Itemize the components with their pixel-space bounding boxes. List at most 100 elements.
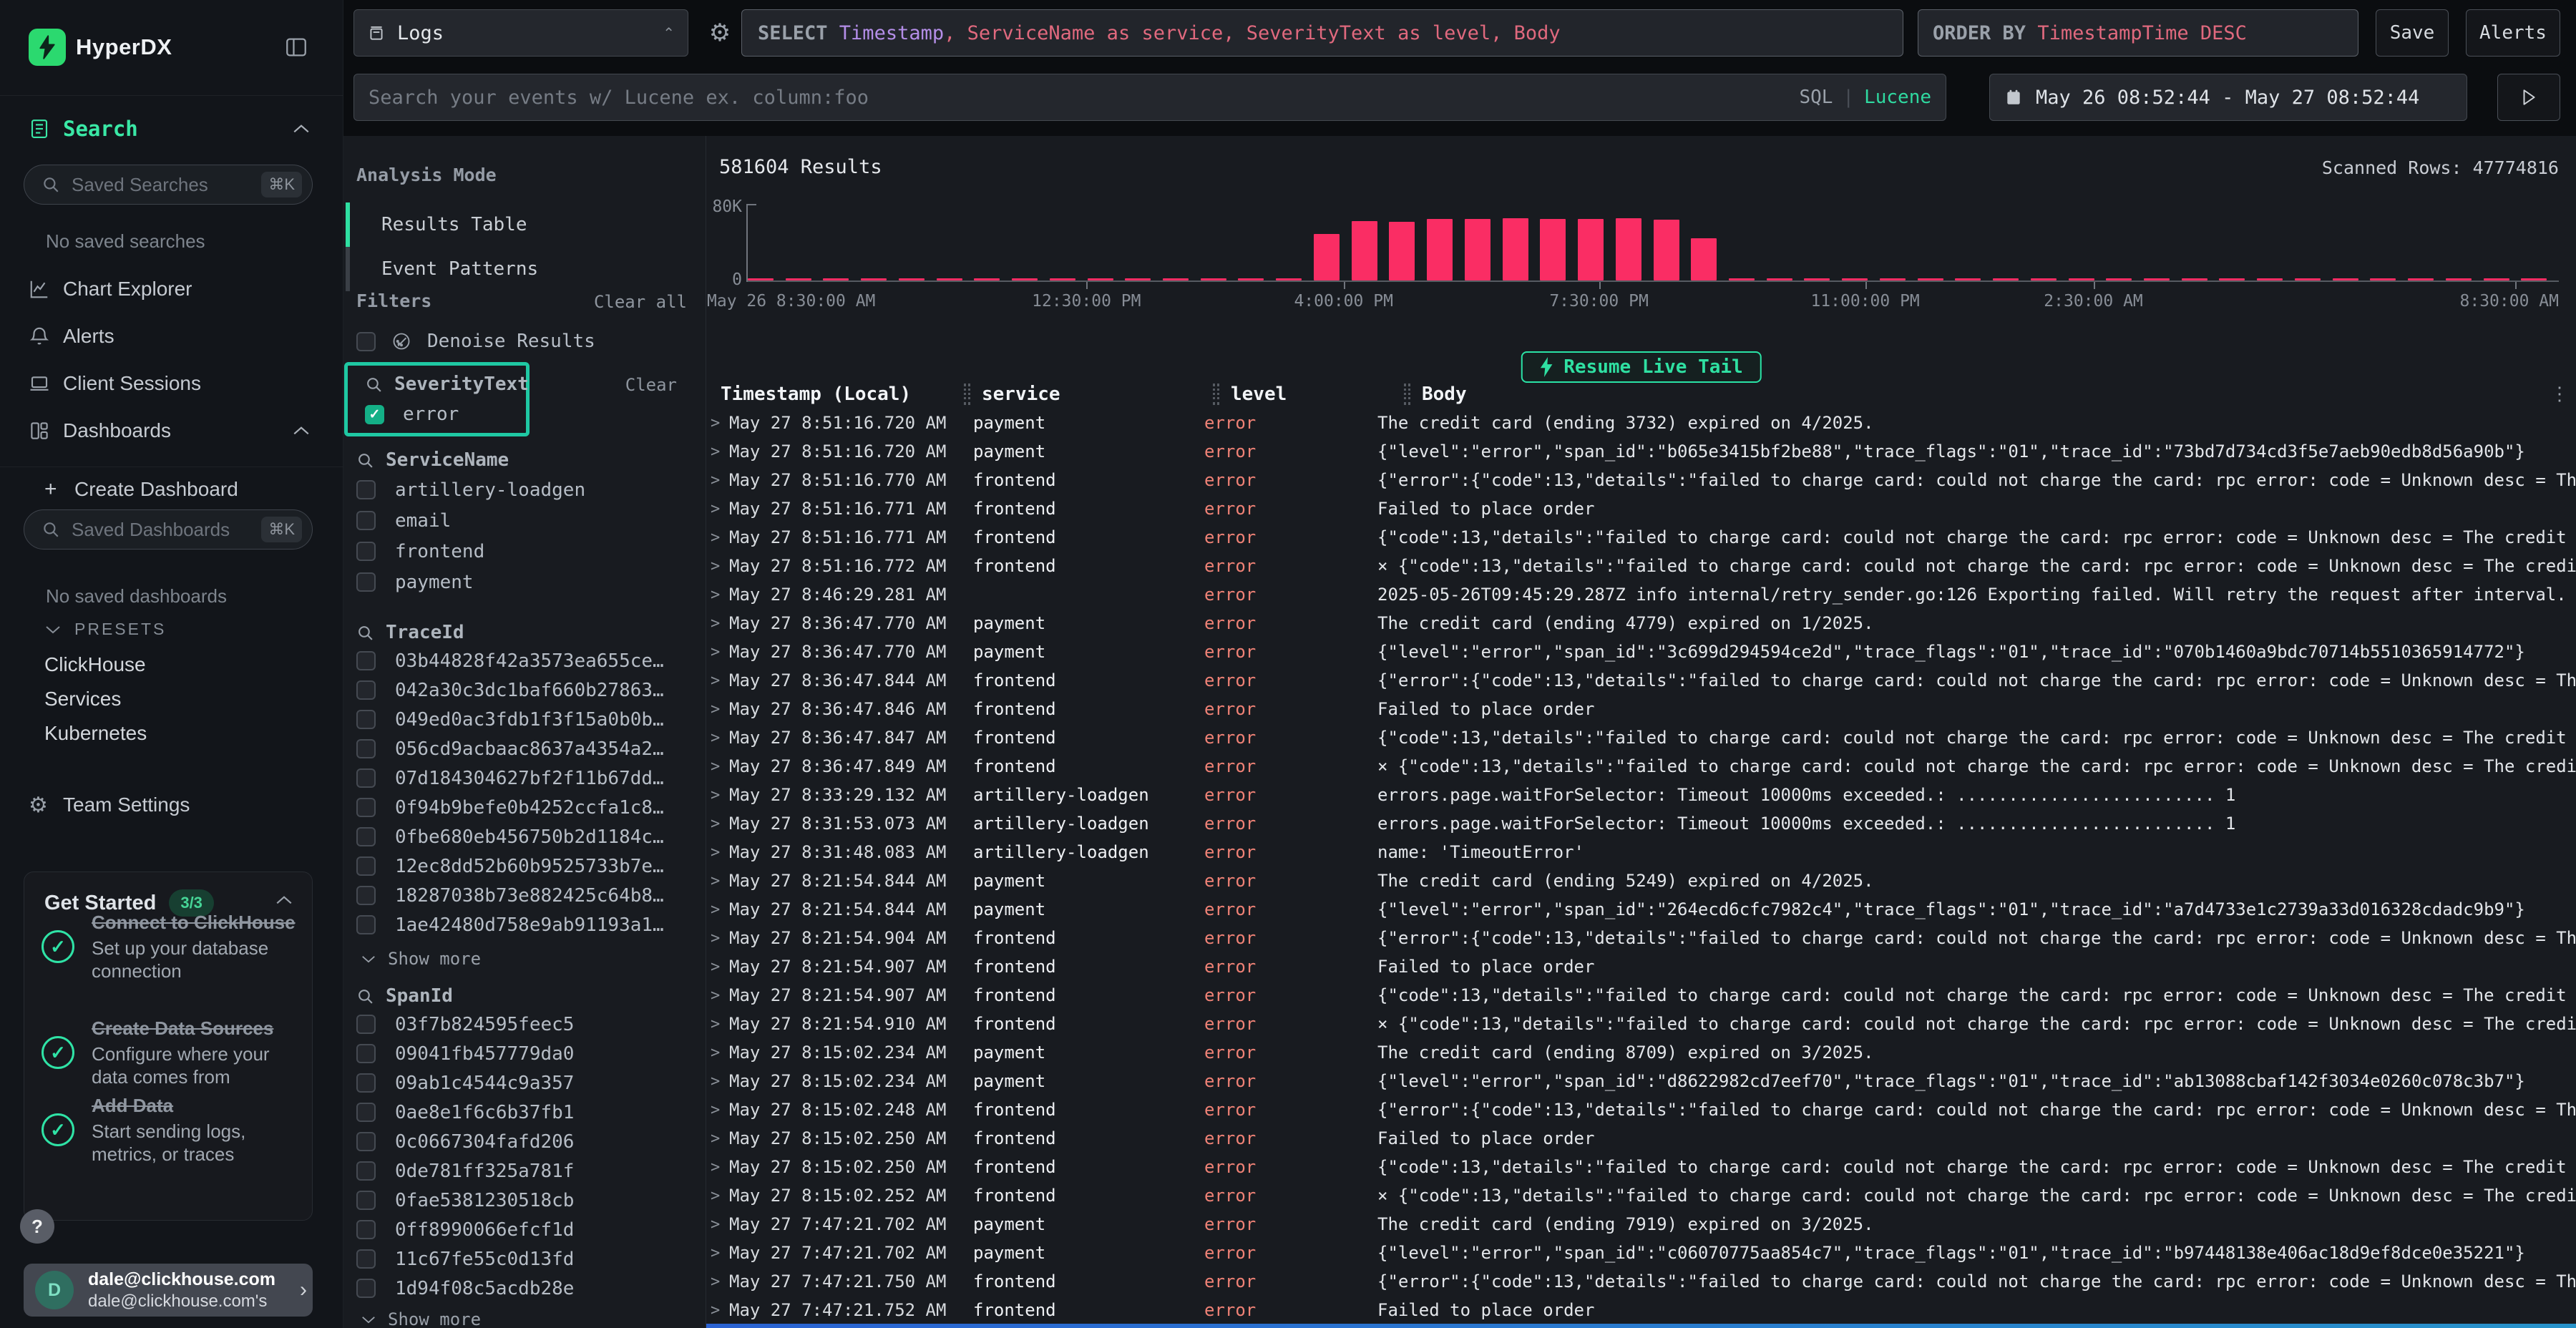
user-menu[interactable]: D dale@clickhouse.com dale@clickhouse.co… (24, 1264, 313, 1317)
filter-option[interactable]: 0ff8990066efcf1d (343, 1215, 701, 1244)
table-row[interactable]: > May 27 8:15:02.250 AM frontend error {… (706, 1153, 2576, 1181)
table-row[interactable]: > May 27 8:51:16.770 AM frontend error {… (706, 466, 2576, 494)
denoise-toggle[interactable]: Denoise Results (356, 331, 595, 352)
checkbox[interactable] (356, 1015, 376, 1034)
checkbox[interactable] (356, 1279, 376, 1298)
checkbox[interactable] (356, 1220, 376, 1239)
checkbox[interactable] (356, 768, 376, 788)
alerts-button[interactable]: Alerts (2466, 9, 2560, 57)
trace-show-more[interactable]: Show more (361, 949, 481, 969)
preset-item[interactable]: Kubernetes (0, 716, 343, 751)
checkbox[interactable] (356, 651, 376, 670)
filter-option[interactable]: 0ae8e1f6c6b37fb1 (343, 1098, 701, 1127)
checkbox[interactable] (356, 1073, 376, 1093)
checkbox[interactable] (356, 511, 376, 530)
filter-option[interactable]: 056cd9acbaac8637a4354a2… (343, 734, 701, 763)
table-row[interactable]: > May 27 8:15:02.248 AM frontend error {… (706, 1095, 2576, 1124)
sidebar-item-chart-explorer[interactable]: Chart Explorer (0, 273, 343, 305)
lucene-search-input[interactable]: Search your events w/ Lucene ex. column:… (353, 74, 1946, 121)
filter-option[interactable]: email (343, 505, 701, 536)
checkbox[interactable] (356, 739, 376, 758)
checkbox[interactable] (356, 1132, 376, 1151)
filter-option[interactable]: artillery-loadgen (343, 474, 701, 505)
table-row[interactable]: > May 27 8:33:29.132 AM artillery-loadge… (706, 781, 2576, 809)
table-row[interactable]: > May 27 8:21:54.910 AM frontend error ×… (706, 1010, 2576, 1038)
filter-option[interactable]: 1d94f08c5acdb28e (343, 1274, 701, 1303)
filter-option[interactable]: frontend (343, 536, 701, 567)
table-row[interactable]: > May 27 8:36:47.770 AM payment error {"… (706, 638, 2576, 666)
checkbox[interactable] (356, 886, 376, 905)
filter-option[interactable]: 03f7b824595feec5 (343, 1010, 701, 1039)
table-row[interactable]: > May 27 7:47:21.750 AM frontend error {… (706, 1267, 2576, 1296)
checkbox[interactable] (356, 680, 376, 700)
checkbox[interactable] (356, 798, 376, 817)
preset-item[interactable]: ClickHouse (0, 648, 343, 682)
help-button[interactable]: ? (20, 1209, 54, 1244)
checkbox[interactable] (356, 856, 376, 876)
checkbox[interactable] (356, 827, 376, 846)
filter-option[interactable]: 09ab1c4544c9a357 (343, 1068, 701, 1098)
checkbox[interactable] (356, 542, 376, 561)
checkbox[interactable] (356, 332, 376, 351)
time-range-picker[interactable]: May 26 08:52:44 - May 27 08:52:44 (1989, 74, 2467, 121)
checkbox[interactable] (356, 1161, 376, 1181)
get-started-item[interactable]: ✓ Add Data Start sending logs, metrics, … (42, 1094, 296, 1166)
table-row[interactable]: > May 27 8:51:16.771 AM frontend error F… (706, 494, 2576, 523)
mode-sql-toggle[interactable]: SQL (1799, 87, 1833, 108)
filter-option[interactable]: 0fae5381230518cb (343, 1186, 701, 1215)
filter-option[interactable]: 09041fb457779da0 (343, 1039, 701, 1068)
checkbox[interactable] (356, 1249, 376, 1269)
filter-option[interactable]: 18287038b73e882425c64b8… (343, 881, 701, 910)
table-row[interactable]: > May 27 7:47:21.702 AM payment error Th… (706, 1210, 2576, 1239)
column-header-body[interactable]: Body (1422, 384, 2576, 405)
sidebar-item-client-sessions[interactable]: Client Sessions (0, 368, 343, 399)
run-query-button[interactable] (2497, 74, 2560, 121)
create-dashboard-button[interactable]: + Create Dashboard (0, 474, 343, 505)
table-row[interactable]: > May 27 8:46:29.281 AM error 2025-05-26… (706, 580, 2576, 609)
checkbox[interactable] (356, 1191, 376, 1210)
filter-option[interactable]: 11c67fe55c0d13fd (343, 1244, 701, 1274)
filter-option[interactable]: 0f94b9befe0b4252ccfa1c8… (343, 793, 701, 822)
presets-section[interactable]: PRESETS (44, 620, 166, 639)
table-row[interactable]: > May 27 8:15:02.250 AM frontend error F… (706, 1124, 2576, 1153)
table-row[interactable]: > May 27 8:15:02.234 AM payment error {"… (706, 1067, 2576, 1095)
column-header-level[interactable]: level (1231, 384, 1404, 405)
get-started-item[interactable]: ✓ Connect to ClickHouse Set up your data… (42, 911, 296, 982)
resume-live-tail-button[interactable]: Resume Live Tail (1521, 351, 1761, 383)
filter-option[interactable]: 03b44828f42a3573ea655ce… (343, 646, 701, 675)
saved-searches-input[interactable]: Saved Searches ⌘K (24, 165, 313, 205)
checkbox-checked[interactable]: ✓ (365, 405, 384, 424)
saved-dashboards-input[interactable]: Saved Dashboards ⌘K (24, 509, 313, 550)
chart-plot[interactable] (748, 204, 2559, 282)
severity-option-error[interactable]: ✓ error (365, 404, 459, 425)
checkbox[interactable] (356, 572, 376, 592)
column-resize-handle[interactable] (1404, 384, 1410, 405)
chevron-up-icon[interactable] (275, 894, 293, 907)
filter-option[interactable]: 07d184304627bf2f11b67dd… (343, 763, 701, 793)
select-clause-editor[interactable]: SELECT Timestamp, ServiceName as service… (741, 9, 1903, 57)
mode-lucene-toggle[interactable]: Lucene (1864, 87, 1931, 108)
checkbox[interactable] (356, 1103, 376, 1122)
filter-option[interactable]: 042a30c3dc1baf660b27863… (343, 675, 701, 705)
order-by-editor[interactable]: ORDER BY TimestampTime DESC (1918, 9, 2358, 57)
chevron-up-icon[interactable] (292, 122, 311, 135)
filter-option[interactable]: 0fbe680eb456750b2d1184c… (343, 822, 701, 851)
table-row[interactable]: > May 27 8:21:54.907 AM frontend error {… (706, 981, 2576, 1010)
checkbox[interactable] (356, 1044, 376, 1063)
hyperdx-logo-icon[interactable] (29, 29, 66, 66)
source-select[interactable]: Logs ⌃ (353, 9, 688, 57)
table-row[interactable]: > May 27 8:51:16.772 AM frontend error ×… (706, 552, 2576, 580)
table-row[interactable]: > May 27 7:47:21.752 AM frontend error F… (706, 1296, 2576, 1324)
table-scrollbar[interactable] (706, 1324, 2576, 1328)
table-row[interactable]: > May 27 8:36:47.846 AM frontend error F… (706, 695, 2576, 723)
table-row[interactable]: > May 27 8:31:48.083 AM artillery-loadge… (706, 838, 2576, 866)
column-header-service[interactable]: service (982, 384, 1213, 405)
filter-option[interactable]: 1ae42480d758e9ab91193a1… (343, 910, 701, 939)
sidebar-item-team-settings[interactable]: ⚙ Team Settings (0, 789, 343, 821)
table-row[interactable]: > May 27 8:21:54.844 AM payment error Th… (706, 866, 2576, 895)
severity-clear-button[interactable]: Clear (625, 375, 677, 395)
sidebar-item-alerts[interactable]: Alerts (0, 321, 343, 352)
table-row[interactable]: > May 27 8:36:47.847 AM frontend error {… (706, 723, 2576, 752)
chevron-up-icon[interactable] (292, 424, 311, 437)
filter-option[interactable]: 0de781ff325a781f (343, 1156, 701, 1186)
